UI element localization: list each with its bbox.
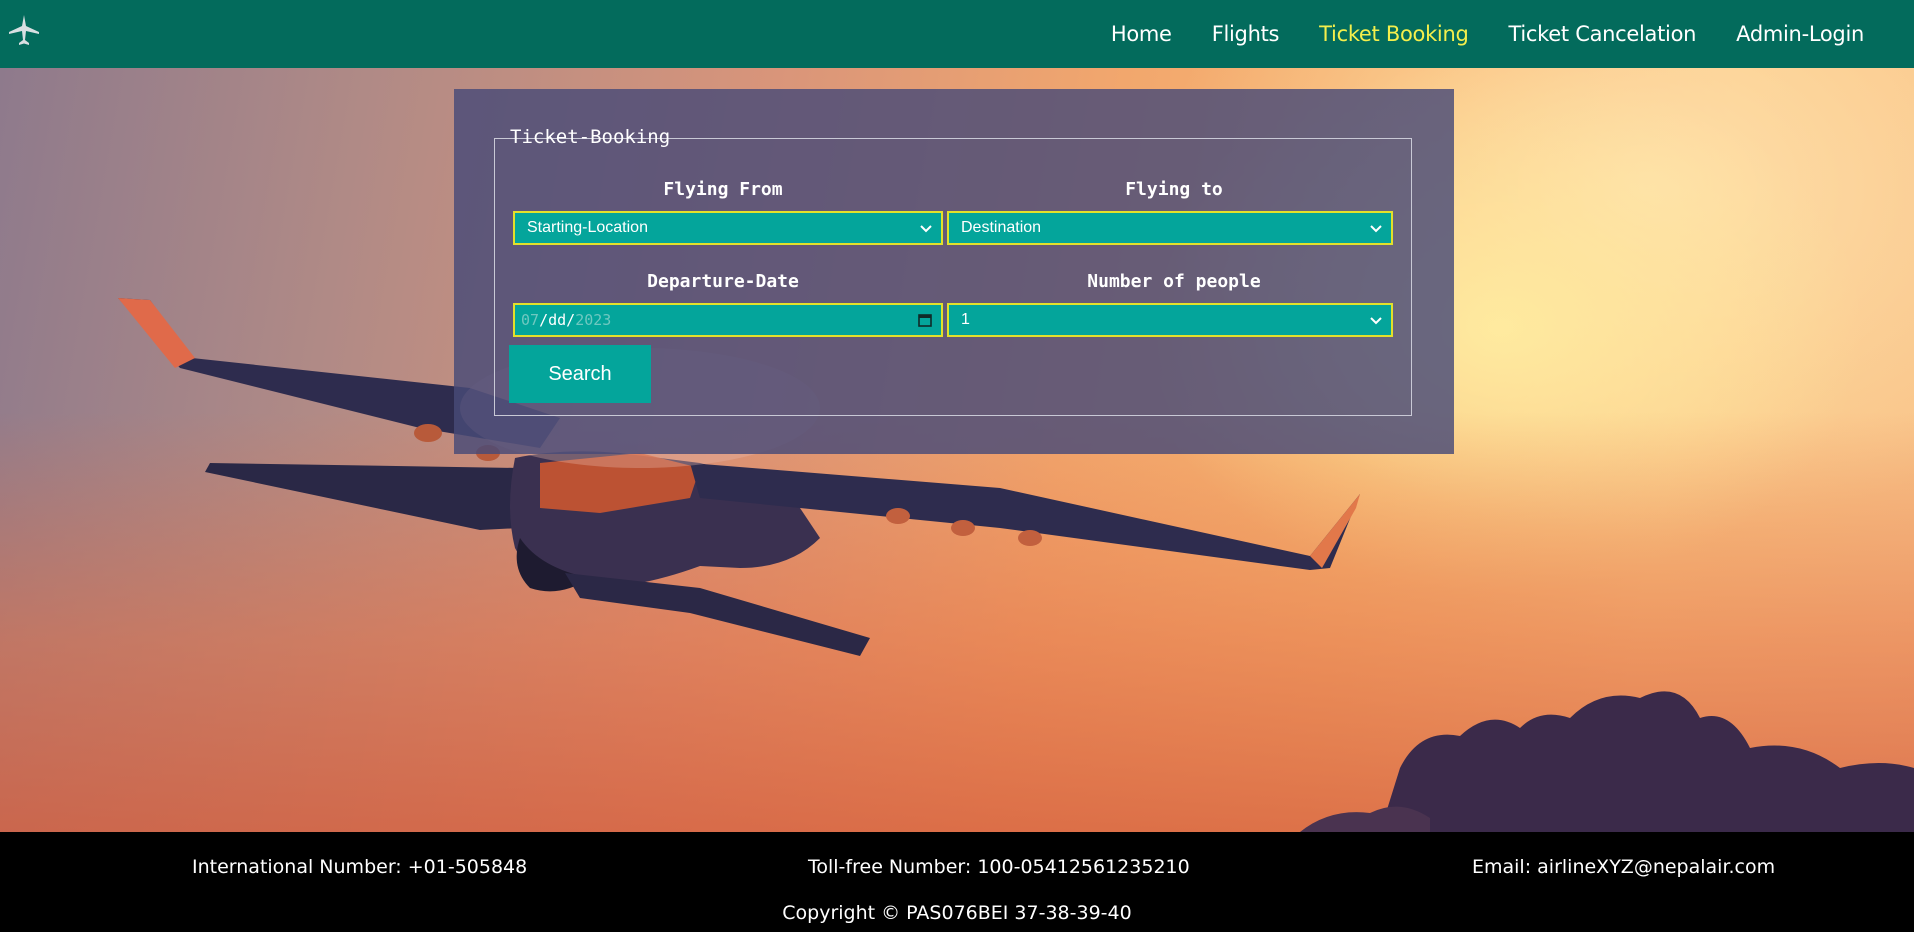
date-sep: / [539, 311, 549, 329]
number-of-people-label: Number of people [1087, 271, 1261, 292]
flying-to-label: Flying to [1125, 179, 1223, 200]
departure-date-input[interactable]: 07/dd/2023 [513, 303, 943, 337]
number-of-people-value: 1 [961, 311, 970, 328]
nav-ticket-cancelation[interactable]: Ticket Cancelation [1509, 22, 1697, 46]
date-month: 07 [521, 311, 540, 329]
booking-legend: Ticket-Booking [510, 126, 671, 148]
number-of-people-select[interactable]: 1 [947, 303, 1393, 337]
search-button[interactable]: Search [509, 345, 651, 403]
navbar: Home Flights Ticket Booking Ticket Cance… [0, 0, 1914, 68]
nav-ticket-booking[interactable]: Ticket Booking [1319, 22, 1469, 46]
email-address: Email: airlineXYZ@nepalair.com [1472, 856, 1776, 878]
date-year: 2023 [575, 311, 612, 329]
footer-contact-row: International Number: +01-505848 Toll-fr… [0, 856, 1914, 884]
nav-home[interactable]: Home [1111, 22, 1172, 46]
booking-fieldset: Ticket-Booking Flying From Flying to Sta… [494, 126, 1412, 416]
international-number: International Number: +01-505848 [192, 856, 528, 878]
flying-from-select[interactable]: Starting-Location [513, 211, 943, 245]
chevron-down-icon [1370, 225, 1382, 233]
date-day: dd [548, 311, 567, 329]
flying-to-select[interactable]: Destination [947, 211, 1393, 245]
nav-admin-login[interactable]: Admin-Login [1736, 22, 1864, 46]
flying-to-value: Destination [961, 219, 1042, 236]
flying-from-value: Starting-Location [527, 219, 648, 236]
copyright: Copyright © PAS076BEI 37-38-39-40 [782, 902, 1132, 924]
chevron-down-icon [920, 225, 932, 233]
chevron-down-icon [1370, 317, 1382, 325]
date-sep: / [566, 311, 576, 329]
calendar-icon[interactable] [917, 312, 933, 328]
flying-from-label: Flying From [663, 179, 783, 200]
booking-panel: Ticket-Booking Flying From Flying to Sta… [454, 89, 1454, 454]
tollfree-number: Toll-free Number: 100-05412561235210 [808, 856, 1190, 878]
nav-flights[interactable]: Flights [1212, 22, 1280, 46]
footer: International Number: +01-505848 Toll-fr… [0, 832, 1914, 932]
airplane-icon[interactable] [6, 12, 42, 48]
nav-links: Home Flights Ticket Booking Ticket Cance… [1071, 0, 1864, 68]
departure-date-label: Departure-Date [647, 271, 799, 292]
